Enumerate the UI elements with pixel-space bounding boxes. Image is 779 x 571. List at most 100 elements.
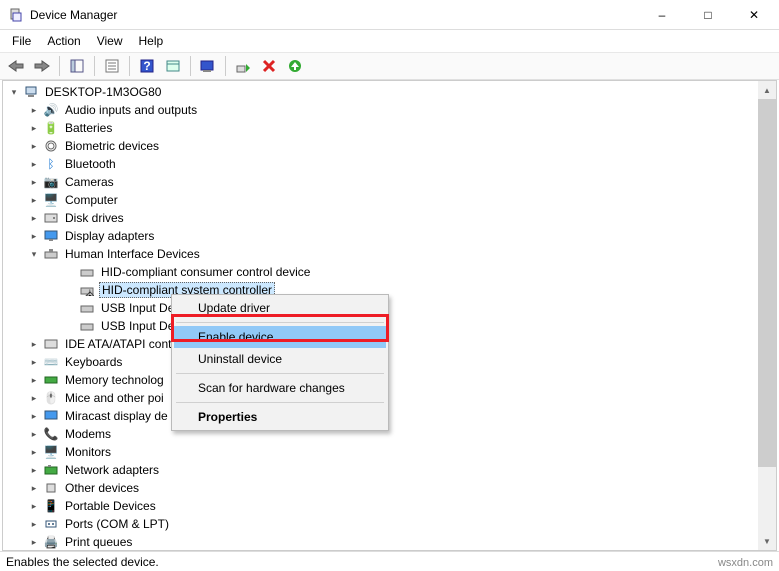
hid-icon [43, 246, 59, 262]
expander-closed-icon[interactable]: ▸ [27, 535, 41, 549]
hid-device-icon [79, 300, 95, 316]
scroll-down-icon[interactable]: ▼ [758, 532, 776, 550]
context-separator [176, 373, 384, 374]
tree-node-biometric[interactable]: ▸Biometric devices [3, 137, 758, 155]
tree-node-computer[interactable]: ▸🖥️Computer [3, 191, 758, 209]
modem-icon: 📞 [43, 426, 59, 442]
vertical-scrollbar[interactable]: ▲ ▼ [758, 81, 776, 550]
maximize-button[interactable]: □ [685, 0, 731, 30]
tree-node-monitors[interactable]: ▸🖥️Monitors [3, 443, 758, 461]
menu-view[interactable]: View [89, 32, 131, 50]
expander-open-icon[interactable]: ▾ [27, 247, 41, 261]
tree-node-hid[interactable]: ▾Human Interface Devices [3, 245, 758, 263]
expander-closed-icon[interactable]: ▸ [27, 517, 41, 531]
expander-closed-icon[interactable]: ▸ [27, 193, 41, 207]
disk-icon [43, 210, 59, 226]
battery-icon: 🔋 [43, 120, 59, 136]
menu-action[interactable]: Action [39, 32, 88, 50]
tree-root-label: DESKTOP-1M3OG80 [43, 85, 163, 99]
ide-icon [43, 336, 59, 352]
svg-text:↓: ↓ [87, 285, 93, 296]
audio-icon: 🔊 [43, 102, 59, 118]
port-icon [43, 516, 59, 532]
expander-closed-icon[interactable]: ▸ [27, 121, 41, 135]
display-icon [43, 228, 59, 244]
tree-panel: ▾ DESKTOP-1M3OG80 ▸🔊Audio inputs and out… [2, 80, 777, 551]
tree-node-audio[interactable]: ▸🔊Audio inputs and outputs [3, 101, 758, 119]
expander-closed-icon[interactable]: ▸ [27, 409, 41, 423]
printer-icon: 🖨️ [43, 534, 59, 550]
context-enable-device[interactable]: Enable device [174, 326, 386, 348]
expander-closed-icon[interactable]: ▸ [27, 139, 41, 153]
expander-closed-icon[interactable]: ▸ [27, 103, 41, 117]
minimize-button[interactable]: – [639, 0, 685, 30]
scroll-up-icon[interactable]: ▲ [758, 81, 776, 99]
expander-closed-icon[interactable]: ▸ [27, 157, 41, 171]
context-menu: Update driver Enable device Uninstall de… [171, 294, 389, 431]
toolbar-separator [94, 56, 95, 76]
status-text: Enables the selected device. [6, 555, 159, 569]
menu-file[interactable]: File [4, 32, 39, 50]
expander-closed-icon[interactable]: ▸ [27, 229, 41, 243]
uninstall-device-icon[interactable] [257, 54, 281, 78]
computer-icon [23, 84, 39, 100]
tree-node-ports[interactable]: ▸Ports (COM & LPT) [3, 515, 758, 533]
network-icon [43, 462, 59, 478]
expander-closed-icon[interactable]: ▸ [27, 337, 41, 351]
tree-node-bluetooth[interactable]: ▸ᛒBluetooth [3, 155, 758, 173]
expander-open-icon[interactable]: ▾ [7, 85, 21, 99]
expander-closed-icon[interactable]: ▸ [27, 481, 41, 495]
hid-device-disabled-icon: ↓ [79, 282, 95, 298]
context-properties[interactable]: Properties [174, 406, 386, 428]
app-icon [8, 7, 24, 23]
expander-closed-icon[interactable]: ▸ [27, 175, 41, 189]
update-driver-icon[interactable] [283, 54, 307, 78]
expander-closed-icon[interactable]: ▸ [27, 355, 41, 369]
properties-icon[interactable] [100, 54, 124, 78]
status-bar: Enables the selected device. [0, 551, 779, 571]
action-icon[interactable] [161, 54, 185, 78]
hid-device-icon [79, 318, 95, 334]
expander-closed-icon[interactable]: ▸ [27, 445, 41, 459]
tree-node-display[interactable]: ▸Display adapters [3, 227, 758, 245]
expander-closed-icon[interactable]: ▸ [27, 391, 41, 405]
monitor-icon: 🖥️ [43, 444, 59, 460]
tree-node-disk[interactable]: ▸Disk drives [3, 209, 758, 227]
watermark: wsxdn.com [718, 557, 773, 569]
tree-node-cameras[interactable]: ▸📷Cameras [3, 173, 758, 191]
expander-closed-icon[interactable]: ▸ [27, 427, 41, 441]
menu-bar: File Action View Help [0, 30, 779, 52]
help-icon[interactable]: ? [135, 54, 159, 78]
enable-device-icon[interactable] [231, 54, 255, 78]
show-hide-console-tree-icon[interactable] [65, 54, 89, 78]
back-button[interactable] [4, 54, 28, 78]
close-button[interactable]: ✕ [731, 0, 777, 30]
camera-icon: 📷 [43, 174, 59, 190]
menu-help[interactable]: Help [131, 32, 172, 50]
context-scan-hardware[interactable]: Scan for hardware changes [174, 377, 386, 399]
other-icon [43, 480, 59, 496]
expander-closed-icon[interactable]: ▸ [27, 499, 41, 513]
expander-closed-icon[interactable]: ▸ [27, 373, 41, 387]
toolbar-separator [129, 56, 130, 76]
scan-hardware-icon[interactable] [196, 54, 220, 78]
fingerprint-icon [43, 138, 59, 154]
tree-node-network[interactable]: ▸Network adapters [3, 461, 758, 479]
expander-closed-icon[interactable]: ▸ [27, 211, 41, 225]
context-update-driver[interactable]: Update driver [174, 297, 386, 319]
tree-node-portable[interactable]: ▸📱Portable Devices [3, 497, 758, 515]
scrollbar-track[interactable] [758, 99, 776, 532]
scrollbar-thumb[interactable] [758, 99, 776, 467]
portable-icon: 📱 [43, 498, 59, 514]
tree-node-print[interactable]: ▸🖨️Print queues [3, 533, 758, 550]
tree-node-other[interactable]: ▸Other devices [3, 479, 758, 497]
bluetooth-icon: ᛒ [43, 156, 59, 172]
forward-button[interactable] [30, 54, 54, 78]
toolbar-separator [225, 56, 226, 76]
tree-node-batteries[interactable]: ▸🔋Batteries [3, 119, 758, 137]
tree-leaf-hid-consumer[interactable]: ▸HID-compliant consumer control device [3, 263, 758, 281]
tree-root[interactable]: ▾ DESKTOP-1M3OG80 [3, 83, 758, 101]
context-uninstall-device[interactable]: Uninstall device [174, 348, 386, 370]
expander-closed-icon[interactable]: ▸ [27, 463, 41, 477]
toolbar-separator [190, 56, 191, 76]
